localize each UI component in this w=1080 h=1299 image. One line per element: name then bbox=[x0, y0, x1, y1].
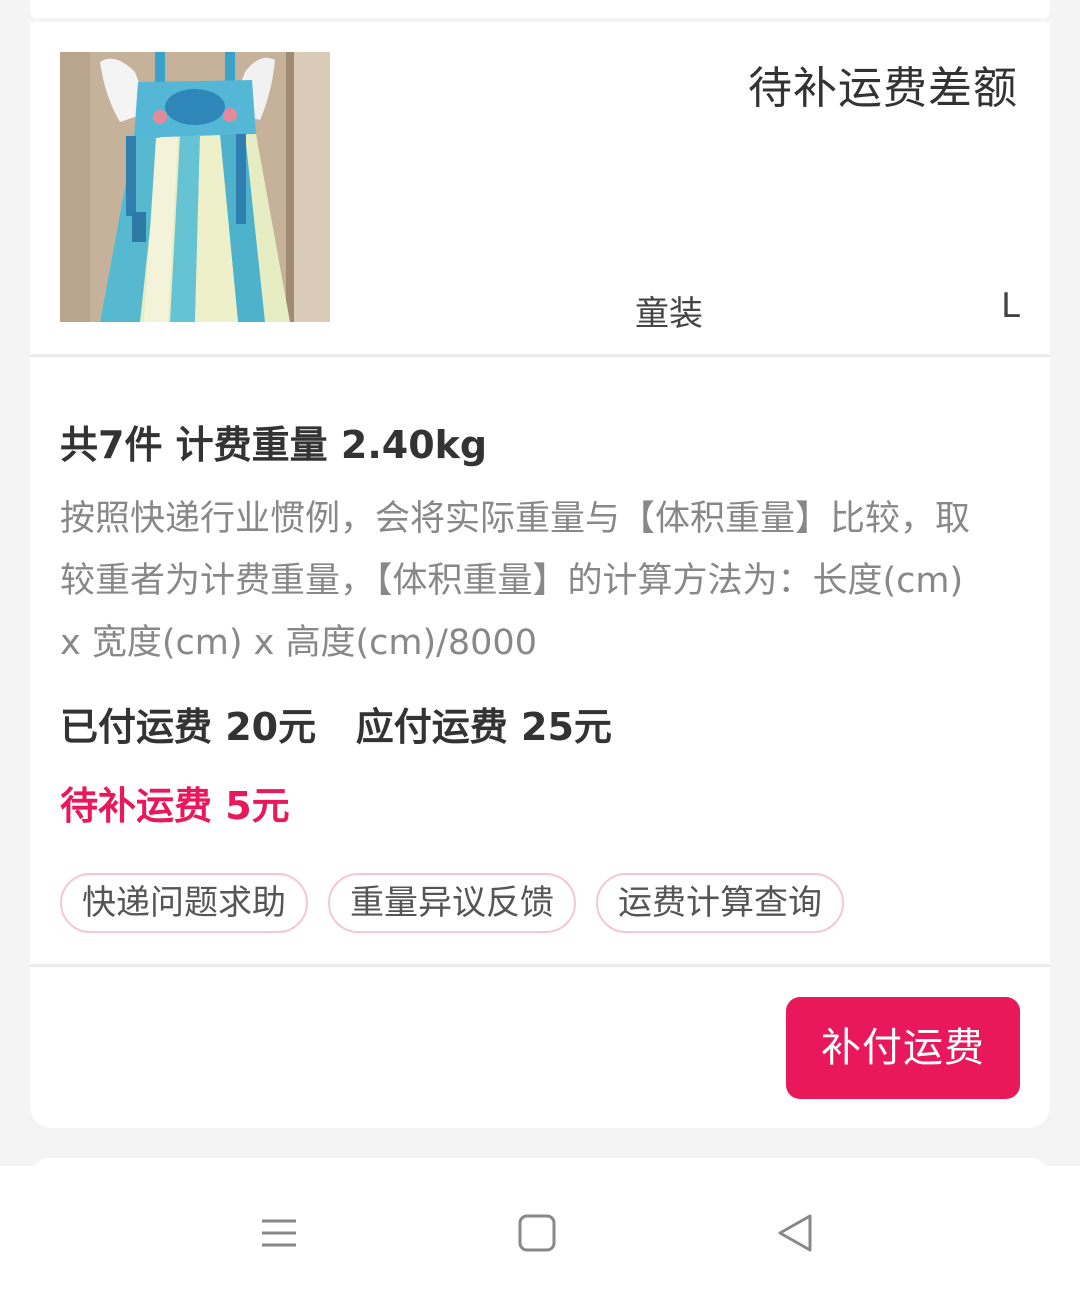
order-card: 待补运费差额 童装 L 共7件 计费重量 2.40kg 按照快递行业惯例，会将实… bbox=[30, 22, 1050, 1128]
paid-and-due-fee: 已付运费 20元 应付运费 25元 bbox=[60, 705, 612, 749]
previous-card bbox=[30, 0, 1050, 18]
weight-summary: 共7件 计费重量 2.40kg bbox=[60, 423, 488, 467]
divider bbox=[30, 354, 1050, 357]
menu-icon[interactable] bbox=[254, 1208, 304, 1258]
help-tags: 快递问题求助 重量异议反馈 运费计算查询 bbox=[60, 873, 844, 933]
tag-fee-calculation[interactable]: 运费计算查询 bbox=[596, 873, 844, 933]
product-image[interactable] bbox=[60, 52, 330, 322]
product-size: L bbox=[1001, 286, 1020, 326]
divider bbox=[30, 964, 1050, 967]
back-icon[interactable] bbox=[770, 1208, 820, 1258]
pending-fee: 待补运费 5元 bbox=[60, 784, 290, 828]
weight-explanation: 按照快递行业惯例，会将实际重量与【体积重量】比较，取较重者为计费重量，【体积重量… bbox=[60, 499, 971, 663]
system-nav-bar bbox=[0, 1166, 1080, 1299]
page: 待补运费差额 童装 L 共7件 计费重量 2.40kg 按照快递行业惯例，会将实… bbox=[0, 0, 1080, 1299]
order-status-title: 待补运费差额 bbox=[748, 63, 1018, 114]
tag-weight-dispute[interactable]: 重量异议反馈 bbox=[328, 873, 576, 933]
pay-shipping-button[interactable]: 补付运费 bbox=[786, 997, 1020, 1099]
product-row[interactable]: 待补运费差额 童装 L bbox=[30, 22, 1050, 354]
tag-delivery-help[interactable]: 快递问题求助 bbox=[60, 873, 308, 933]
product-category: 童装 bbox=[635, 294, 703, 334]
dress-photo-icon bbox=[60, 52, 330, 322]
home-icon[interactable] bbox=[512, 1208, 562, 1258]
